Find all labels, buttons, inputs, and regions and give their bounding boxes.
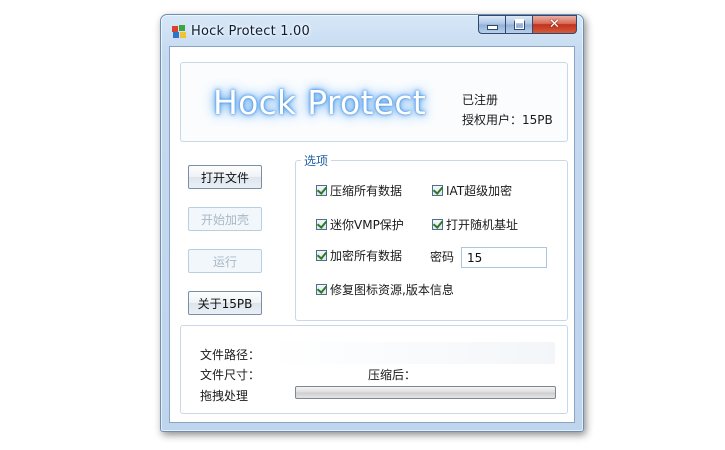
random-base-label: 打开随机基址 [446, 218, 519, 232]
mini-vmp-checkbox[interactable]: 迷你VMP保护 [316, 216, 404, 233]
title-bar[interactable]: Hock Protect 1.00 ✕ [161, 15, 583, 47]
registration-status: 已注册 [462, 93, 499, 107]
minimize-button[interactable] [478, 15, 505, 34]
checkmark-icon [432, 185, 443, 196]
close-icon: ✕ [549, 17, 560, 32]
checkmark-icon [316, 185, 327, 196]
file-size-label: 文件尺寸： [200, 368, 261, 382]
encrypt-all-checkbox[interactable]: 加密所有数据 [316, 247, 402, 264]
password-input[interactable] [461, 247, 547, 268]
random-base-checkbox[interactable]: 打开随机基址 [432, 216, 518, 233]
file-path-label: 文件路径： [200, 348, 261, 362]
app-icon [172, 25, 186, 38]
banner-panel: Hock Protect 已注册 授权用户：15PB [180, 62, 568, 142]
maximize-icon [513, 19, 525, 30]
client-area: Hock Protect 已注册 授权用户：15PB 打开文件 开始加壳 运行 … [169, 46, 575, 423]
licensed-user: 授权用户：15PB [462, 113, 553, 127]
start-pack-button[interactable]: 开始加壳 [188, 207, 262, 231]
checkmark-icon [316, 284, 327, 295]
main-window: Hock Protect 1.00 ✕ Hock Protect 已注册 授权用… [160, 14, 584, 432]
file-info-panel: 文件路径： 文件尺寸： 压缩后： 拖拽处理 [180, 325, 568, 414]
caption-buttons: ✕ [478, 15, 577, 35]
minimize-icon [486, 25, 498, 30]
encrypt-all-label: 加密所有数据 [330, 249, 403, 263]
checkmark-icon [316, 219, 327, 230]
password-label: 密码 [430, 250, 455, 264]
close-button[interactable]: ✕ [532, 15, 577, 34]
checkmark-icon [316, 250, 327, 261]
open-file-button[interactable]: 打开文件 [188, 165, 262, 189]
iat-encrypt-checkbox[interactable]: IAT超级加密 [432, 182, 512, 199]
progress-bar [295, 386, 556, 399]
checkmark-icon [432, 219, 443, 230]
compress-all-checkbox[interactable]: 压缩所有数据 [316, 182, 402, 199]
file-path-value [269, 342, 555, 364]
compressed-size-label: 压缩后： [368, 368, 417, 382]
window-title: Hock Protect 1.00 [191, 24, 310, 39]
about-button[interactable]: 关于15PB [188, 291, 262, 315]
compress-all-label: 压缩所有数据 [330, 184, 403, 198]
mini-vmp-label: 迷你VMP保护 [330, 218, 404, 232]
options-group: 选项 压缩所有数据 IAT超级加密 迷你VMP保护 打开随机基址 加密所有数据 [295, 152, 568, 321]
options-legend: 选项 [301, 152, 332, 169]
fix-resources-label: 修复图标资源,版本信息 [330, 283, 454, 297]
fix-resources-checkbox[interactable]: 修复图标资源,版本信息 [316, 281, 454, 298]
drag-drop-label: 拖拽处理 [200, 389, 249, 403]
logo-text: Hock Protect [213, 83, 427, 122]
maximize-button[interactable] [505, 15, 532, 34]
iat-encrypt-label: IAT超级加密 [446, 184, 513, 198]
run-button[interactable]: 运行 [188, 249, 262, 273]
